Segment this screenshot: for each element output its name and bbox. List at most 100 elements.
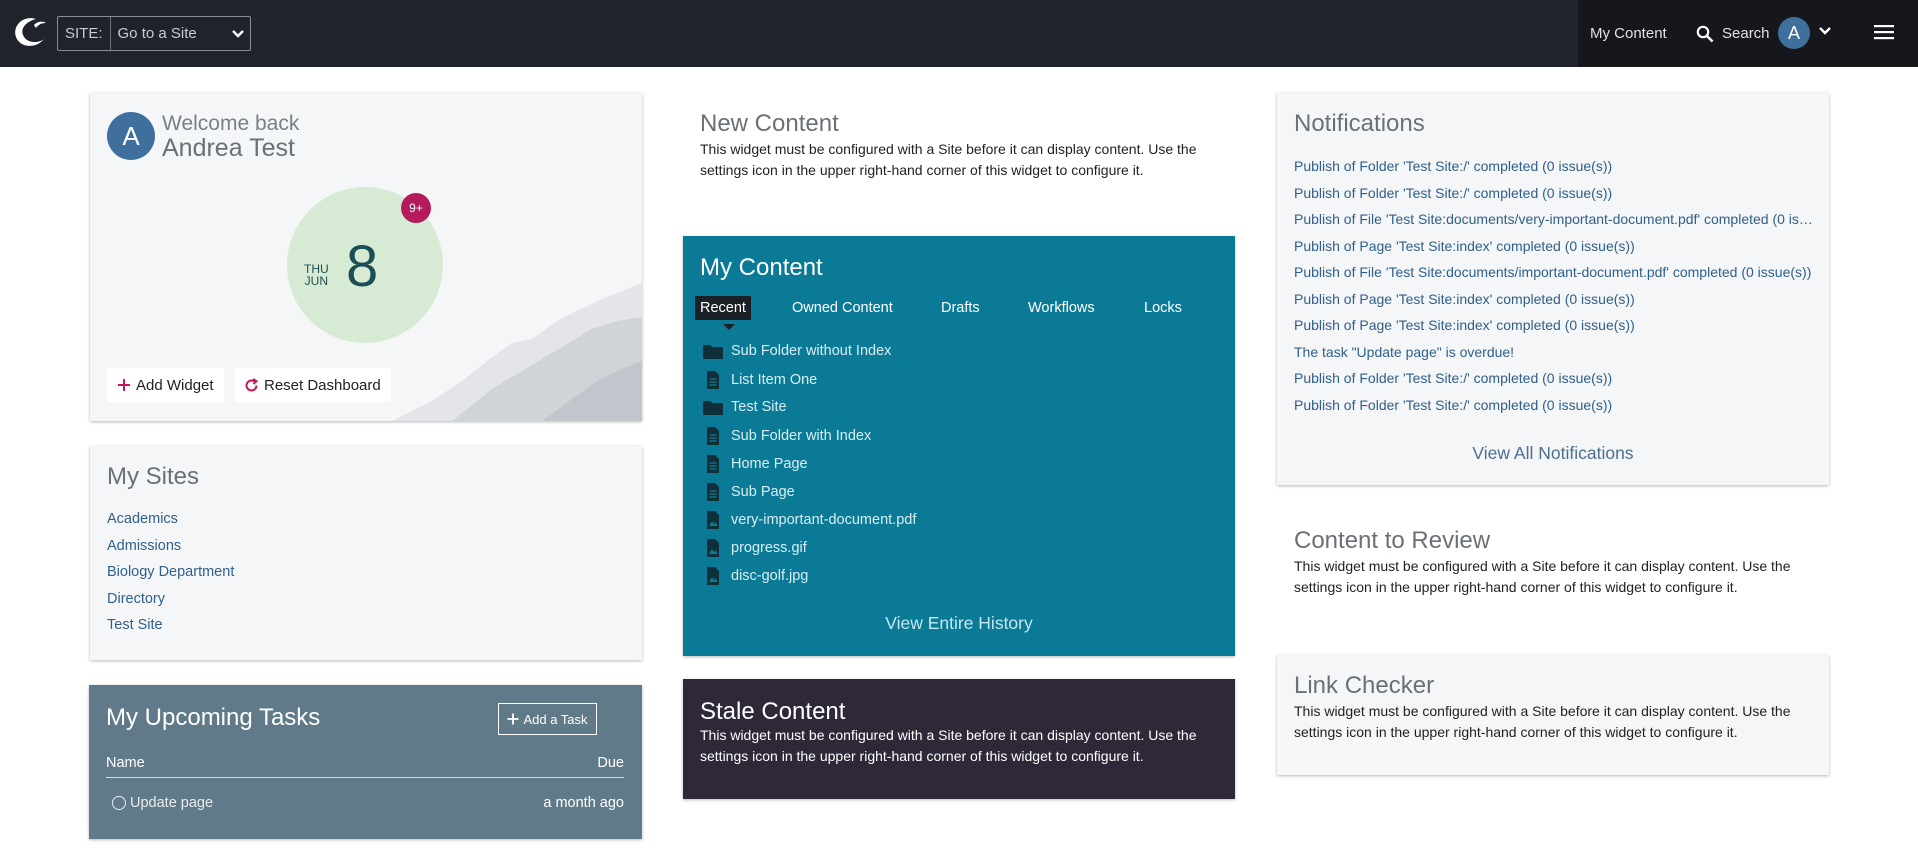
day-number: 8 (346, 234, 379, 299)
site-link[interactable]: Admissions (107, 538, 181, 554)
topbar-right-nav: My Content Search A (1578, 0, 1918, 67)
search-label: Search (1722, 25, 1770, 42)
list-item[interactable]: Test Site (703, 399, 787, 415)
date-weekday-month: THU JUN (304, 263, 329, 287)
notification-badge[interactable]: 9+ (401, 193, 431, 223)
add-widget-button[interactable]: Add Widget (107, 368, 224, 402)
list-item-label: Sub Folder without Index (731, 343, 892, 359)
list-item[interactable]: very-important-document.pdf (703, 511, 916, 529)
view-all-notifications-link[interactable]: View All Notifications (1277, 443, 1829, 464)
content-to-review-widget: Content to Review This widget must be co… (1277, 510, 1829, 620)
panel-title: Link Checker (1294, 672, 1435, 699)
site-select-value: Go to a Site (117, 25, 197, 42)
notification-link[interactable]: Publish of Page 'Test Site:index' comple… (1294, 291, 1814, 307)
page-icon (707, 371, 719, 389)
config-message: This widget must be configured with a Si… (1294, 703, 1791, 740)
tab-recent[interactable]: Recent (695, 296, 751, 320)
config-message: This widget must be configured with a Si… (700, 141, 1197, 178)
top-bar: SITE: Go to a Site My Content Search A (0, 0, 1918, 67)
tasks-table-header: Name Due (106, 755, 624, 778)
upcoming-tasks-widget: My Upcoming Tasks Add a Task Name Due Up… (89, 685, 642, 839)
notification-link[interactable]: Publish of Folder 'Test Site:/' complete… (1294, 185, 1814, 201)
file-image-icon (707, 539, 719, 557)
task-complete-radio[interactable] (112, 796, 126, 810)
list-item-label: disc-golf.jpg (731, 568, 809, 584)
notification-link[interactable]: Publish of Folder 'Test Site:/' complete… (1294, 158, 1814, 174)
avatar: A (107, 112, 155, 160)
notifications-widget: Notifications Publish of Folder 'Test Si… (1277, 93, 1829, 485)
file-image-icon (707, 567, 719, 585)
page-icon (707, 455, 719, 473)
plus-icon (507, 713, 519, 725)
reset-dashboard-label: Reset Dashboard (264, 376, 381, 394)
page-icon (707, 483, 719, 501)
site-link[interactable]: Directory (107, 591, 165, 607)
list-item[interactable]: disc-golf.jpg (703, 567, 808, 585)
notification-link[interactable]: Publish of File 'Test Site:documents/imp… (1294, 264, 1814, 280)
tab-workflows[interactable]: Workflows (1023, 296, 1100, 320)
config-message: This widget must be configured with a Si… (700, 727, 1197, 764)
search-button[interactable]: Search (1696, 25, 1770, 43)
task-link[interactable]: Update page (130, 795, 213, 811)
site-selector[interactable]: SITE: Go to a Site (57, 16, 251, 51)
list-item-label: Home Page (731, 456, 808, 472)
refresh-icon (245, 377, 259, 391)
list-item[interactable]: List Item One (703, 371, 817, 389)
folder-icon (703, 345, 723, 359)
list-item[interactable]: progress.gif (703, 539, 807, 557)
plus-icon (118, 379, 130, 391)
list-item[interactable]: Sub Folder without Index (703, 343, 891, 359)
list-item[interactable]: Sub Page (703, 483, 795, 501)
add-widget-label: Add Widget (136, 376, 214, 394)
list-item[interactable]: Home Page (703, 455, 808, 473)
site-link[interactable]: Test Site (107, 617, 163, 633)
notification-link[interactable]: Publish of Folder 'Test Site:/' complete… (1294, 397, 1814, 413)
add-task-label: Add a Task (523, 711, 588, 727)
site-link[interactable]: Biology Department (107, 564, 234, 580)
panel-title: My Sites (107, 463, 200, 490)
list-item-label: progress.gif (731, 540, 807, 556)
task-due: a month ago (543, 795, 624, 811)
column-header-name[interactable]: Name (106, 755, 145, 771)
tab-drafts[interactable]: Drafts (936, 296, 985, 320)
page-icon (707, 427, 719, 445)
notification-link[interactable]: Publish of File 'Test Site:documents/ver… (1294, 211, 1814, 227)
hamburger-menu-icon[interactable] (1874, 24, 1894, 40)
link-checker-widget: Link Checker This widget must be configu… (1277, 655, 1829, 775)
panel-title: Notifications (1294, 110, 1425, 137)
user-avatar[interactable]: A (1778, 17, 1810, 49)
tab-owned-content[interactable]: Owned Content (787, 296, 898, 320)
notification-link[interactable]: Publish of Folder 'Test Site:/' complete… (1294, 370, 1814, 386)
notification-link[interactable]: Publish of Page 'Test Site:index' comple… (1294, 317, 1814, 333)
search-icon (1696, 25, 1714, 42)
panel-title: New Content (700, 110, 839, 137)
welcome-greeting: Welcome back (162, 112, 300, 135)
list-item-label: Sub Page (731, 484, 795, 500)
panel-title: My Content (700, 254, 823, 281)
panel-title: Content to Review (1294, 527, 1491, 554)
list-item-label: List Item One (731, 372, 818, 388)
panel-title: Stale Content (700, 698, 846, 725)
notification-link[interactable]: Publish of Page 'Test Site:index' comple… (1294, 238, 1814, 254)
tab-locks[interactable]: Locks (1139, 296, 1187, 320)
cascade-logo-icon[interactable] (10, 13, 48, 51)
chevron-down-icon (226, 29, 250, 39)
site-prefix-label: SITE: (58, 17, 111, 50)
new-content-widget: New Content This widget must be configur… (683, 93, 1235, 203)
stale-content-widget: Stale Content This widget must be config… (683, 679, 1235, 799)
chevron-down-icon[interactable] (1818, 26, 1832, 36)
my-content-link[interactable]: My Content (1590, 25, 1667, 42)
site-link[interactable]: Academics (107, 511, 178, 527)
reset-dashboard-button[interactable]: Reset Dashboard (234, 368, 391, 402)
column-header-due[interactable]: Due (597, 755, 624, 771)
list-item-label: Sub Folder with Index (731, 428, 872, 444)
list-item[interactable]: Sub Folder with Index (703, 427, 871, 445)
welcome-widget: A Welcome back Andrea Test THU JUN 8 9+ … (90, 93, 642, 421)
add-task-button[interactable]: Add a Task (498, 703, 597, 735)
month-label: JUN (304, 274, 328, 288)
folder-icon (703, 401, 723, 415)
user-name: Andrea Test (162, 134, 295, 162)
list-item-label: Test Site (731, 399, 787, 415)
view-entire-history-link[interactable]: View Entire History (683, 613, 1235, 634)
notification-link[interactable]: The task "Update page" is overdue! (1294, 344, 1814, 360)
